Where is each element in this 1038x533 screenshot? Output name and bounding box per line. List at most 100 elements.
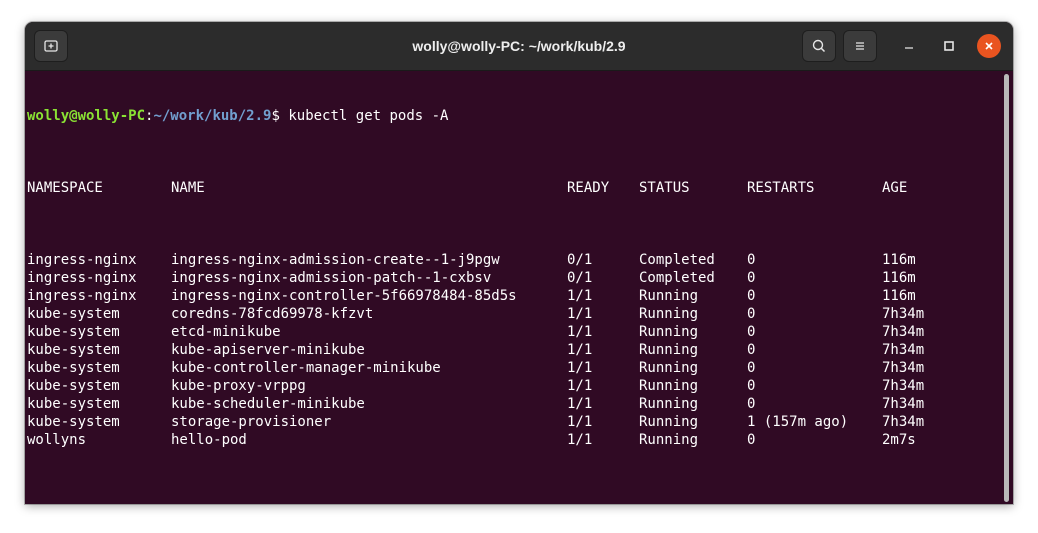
table-row: wollyns hello-pod 1/1 Running 0 2m7s <box>25 431 1001 449</box>
command-line: wolly@wolly-PC:~/work/kub/2.9$ kubectl g… <box>25 107 1001 125</box>
header-ready: READY <box>567 180 610 196</box>
terminal-window: wolly@wolly-PC: ~/work/kub/2.9 wolly@wol… <box>25 22 1013 504</box>
status-cell: Running <box>639 288 699 304</box>
header-status: STATUS <box>639 180 690 196</box>
namespace-cell: ingress-nginx <box>27 270 137 286</box>
status-cell: Running <box>639 342 699 358</box>
minimize-icon <box>905 47 913 49</box>
header-namespace: NAMESPACE <box>27 180 103 196</box>
ready-cell: 1/1 <box>567 432 593 448</box>
age-cell: 7h34m <box>882 324 925 340</box>
pod-name-cell: storage-provisioner <box>171 414 332 430</box>
table-header-row: NAMESPACE NAME READY STATUS RESTARTS AGE <box>25 179 1001 197</box>
pod-name-cell: etcd-minikube <box>171 324 281 340</box>
pod-name-cell: kube-controller-manager-minikube <box>171 360 441 376</box>
pod-name-cell: ingress-nginx-admission-create--1-j9pgw <box>171 252 500 268</box>
maximize-icon <box>944 41 954 51</box>
new-tab-button[interactable] <box>34 30 68 62</box>
status-cell: Running <box>639 396 699 412</box>
minimize-button[interactable] <box>897 34 921 58</box>
namespace-cell: kube-system <box>27 360 120 376</box>
namespace-cell: kube-system <box>27 378 120 394</box>
age-cell: 7h34m <box>882 306 925 322</box>
header-restarts: RESTARTS <box>747 180 815 196</box>
new-tab-icon <box>44 40 58 52</box>
pod-name-cell: hello-pod <box>171 432 247 448</box>
table-row: kube-system kube-apiserver-minikube 1/1 Run… <box>25 341 1001 359</box>
pod-name-cell: kube-proxy-vrppg <box>171 378 306 394</box>
pod-name-cell: ingress-nginx-controller-5f66978484-85d5… <box>171 288 517 304</box>
age-cell: 7h34m <box>882 414 925 430</box>
command-text: kubectl get pods -A <box>279 108 449 124</box>
age-cell: 2m7s <box>882 432 916 448</box>
table-row: kube-system kube-proxy-vrppg 1/1 Running 0 7h… <box>25 377 1001 395</box>
close-button[interactable] <box>977 34 1001 58</box>
restarts-cell: 0 <box>747 396 756 412</box>
scrollbar[interactable] <box>1004 74 1009 502</box>
maximize-button[interactable] <box>937 34 961 58</box>
restarts-cell: 0 <box>747 252 756 268</box>
ready-cell: 1/1 <box>567 414 593 430</box>
ready-cell: 1/1 <box>567 288 593 304</box>
terminal-output[interactable]: wolly@wolly-PC:~/work/kub/2.9$ kubectl g… <box>25 71 1001 504</box>
age-cell: 7h34m <box>882 342 925 358</box>
menu-button[interactable] <box>843 30 877 62</box>
table-row: ingress-nginx ingress-nginx-admission-pat… <box>25 269 1001 287</box>
age-cell: 116m <box>882 270 916 286</box>
status-cell: Running <box>639 360 699 376</box>
pod-name-cell: ingress-nginx-admission-patch--1-cxbsv <box>171 270 492 286</box>
status-cell: Completed <box>639 270 715 286</box>
pod-name-cell: coredns-78fcd69978-kfzvt <box>171 306 374 322</box>
namespace-cell: kube-system <box>27 324 120 340</box>
status-cell: Running <box>639 378 699 394</box>
namespace-cell: kube-system <box>27 414 120 430</box>
pod-name-cell: kube-apiserver-minikube <box>171 342 365 358</box>
namespace-cell: kube-system <box>27 306 120 322</box>
restarts-cell: 0 <box>747 306 756 322</box>
ready-cell: 1/1 <box>567 360 593 376</box>
table-row: kube-system kube-scheduler-minikube 1/1 Run… <box>25 395 1001 413</box>
ready-cell: 0/1 <box>567 270 593 286</box>
age-cell: 7h34m <box>882 378 925 394</box>
namespace-cell: ingress-nginx <box>27 252 137 268</box>
search-button[interactable] <box>802 30 836 62</box>
age-cell: 7h34m <box>882 396 925 412</box>
restarts-cell: 0 <box>747 432 756 448</box>
ready-cell: 0/1 <box>567 252 593 268</box>
namespace-cell: wollyns <box>27 432 87 448</box>
namespace-cell: ingress-nginx <box>27 288 137 304</box>
status-cell: Running <box>639 306 699 322</box>
restarts-cell: 1 (157m ago) <box>747 414 849 430</box>
age-cell: 7h34m <box>882 360 925 376</box>
status-cell: Completed <box>639 252 715 268</box>
search-icon <box>812 39 826 53</box>
table-row: ingress-nginx ingress-nginx-controller-5f… <box>25 287 1001 305</box>
restarts-cell: 0 <box>747 288 756 304</box>
table-row: ingress-nginx ingress-nginx-admission-cre… <box>25 251 1001 269</box>
pod-name-cell: kube-scheduler-minikube <box>171 396 365 412</box>
restarts-cell: 0 <box>747 324 756 340</box>
status-cell: Running <box>639 432 699 448</box>
prompt-user-host: wolly@wolly-PC <box>27 108 146 124</box>
close-icon <box>985 42 993 50</box>
title-bar[interactable]: wolly@wolly-PC: ~/work/kub/2.9 <box>25 22 1013 71</box>
prompt-symbol: $ <box>271 108 280 124</box>
status-cell: Running <box>639 324 699 340</box>
header-age: AGE <box>882 180 908 196</box>
ready-cell: 1/1 <box>567 378 593 394</box>
age-cell: 116m <box>882 252 916 268</box>
status-cell: Running <box>639 414 699 430</box>
ready-cell: 1/1 <box>567 324 593 340</box>
restarts-cell: 0 <box>747 270 756 286</box>
restarts-cell: 0 <box>747 378 756 394</box>
prompt-path: ~/work/kub/2.9 <box>153 108 272 124</box>
table-row: kube-system kube-controller-manager-minik… <box>25 359 1001 377</box>
ready-cell: 1/1 <box>567 342 593 358</box>
namespace-cell: kube-system <box>27 396 120 412</box>
age-cell: 116m <box>882 288 916 304</box>
current-prompt-line: wolly@wolly-PC:~/work/kub/2.9$ <box>25 503 1001 504</box>
table-row: kube-system storage-provisioner 1/1 Running… <box>25 413 1001 431</box>
table-row: kube-system coredns-78fcd69978-kfzvt 1/1 Ru… <box>25 305 1001 323</box>
restarts-cell: 0 <box>747 342 756 358</box>
table-row: kube-system etcd-minikube 1/1 Running 0 7h34m <box>25 323 1001 341</box>
